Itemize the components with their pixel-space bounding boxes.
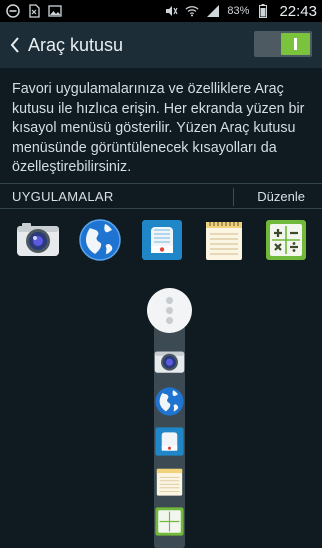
memo-icon[interactable] xyxy=(202,218,246,262)
calculator-icon[interactable] xyxy=(154,506,185,537)
edit-button[interactable]: Düzenle xyxy=(257,189,305,204)
voice-recorder-icon[interactable] xyxy=(140,218,184,262)
handle-dot xyxy=(166,317,173,324)
handle-dot xyxy=(166,307,173,314)
calculator-icon[interactable] xyxy=(264,218,308,262)
clock: 22:43 xyxy=(279,2,317,20)
more-dots-icon[interactable] xyxy=(147,288,192,333)
no-sim-icon xyxy=(27,4,41,18)
status-bar: 83% 22:43 xyxy=(0,0,322,22)
battery-icon xyxy=(256,4,270,18)
notification-icons xyxy=(6,4,62,18)
section-label: UYGULAMALAR xyxy=(12,188,114,204)
header-divider xyxy=(233,188,234,206)
app-shortcut-list xyxy=(0,218,322,264)
description-text: Favori uygulamalarınıza ve özelliklere A… xyxy=(12,81,305,175)
image-icon xyxy=(48,4,62,18)
page-title: Araç kutusu xyxy=(28,34,124,55)
back-button[interactable] xyxy=(4,22,26,68)
toggle-knob xyxy=(281,33,310,55)
chevron-left-icon xyxy=(10,37,19,53)
internet-globe-icon[interactable] xyxy=(154,386,185,417)
camera-icon[interactable] xyxy=(16,218,60,262)
voice-recorder-icon[interactable] xyxy=(154,426,185,457)
minus-circle-icon xyxy=(6,4,20,18)
mute-icon xyxy=(164,4,178,18)
memo-icon[interactable] xyxy=(154,466,185,497)
wifi-icon xyxy=(185,4,199,18)
floating-toolbox-preview xyxy=(147,288,192,548)
apps-section-header: UYGULAMALAR Düzenle xyxy=(0,183,322,209)
internet-globe-icon[interactable] xyxy=(78,218,122,262)
handle-dot xyxy=(166,297,173,304)
toggle-on-indicator xyxy=(294,38,297,50)
signal-icon xyxy=(206,4,220,18)
battery-percentage: 83% xyxy=(227,5,250,17)
action-bar: Araç kutusu xyxy=(0,22,322,68)
system-icons: 83% 22:43 xyxy=(164,3,317,20)
toolbox-switch[interactable] xyxy=(254,31,312,57)
camera-icon[interactable] xyxy=(154,346,185,377)
